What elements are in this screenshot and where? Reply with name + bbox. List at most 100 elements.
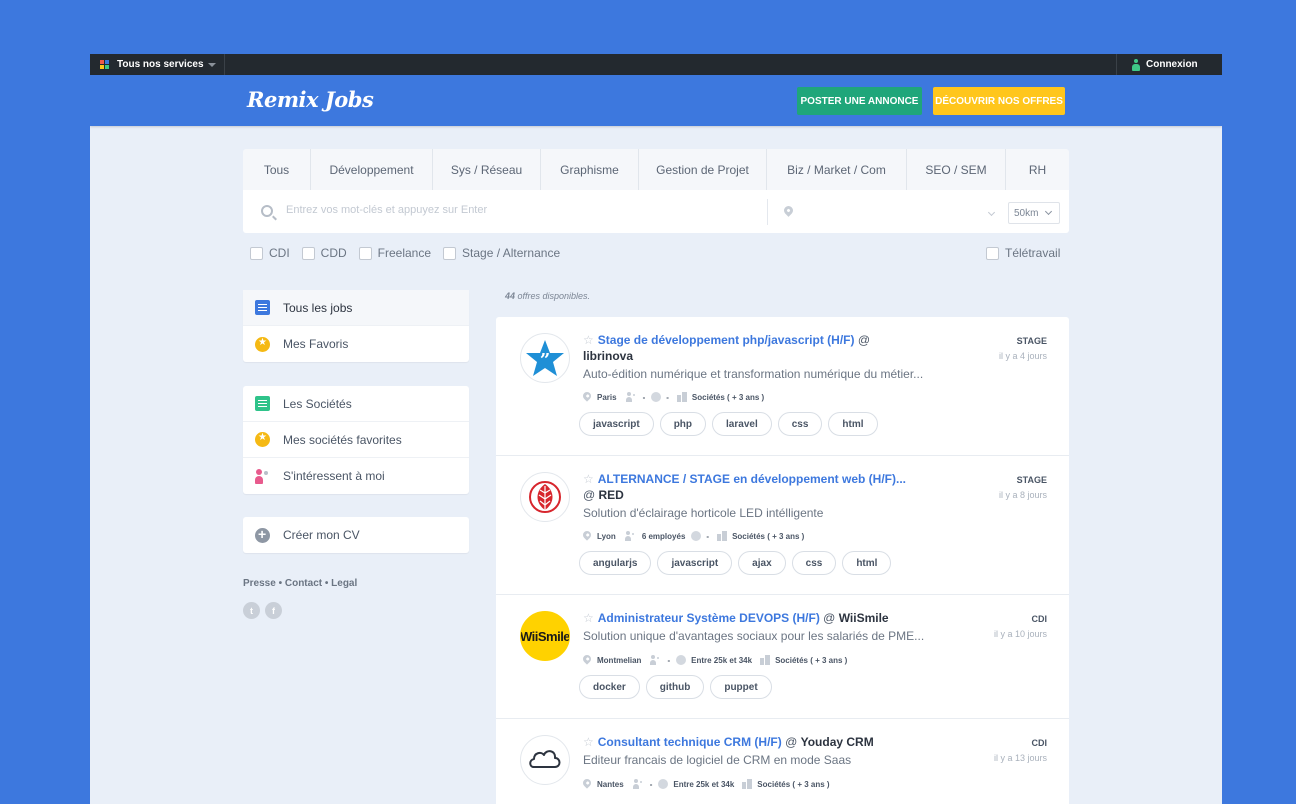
at-sign: @ <box>781 735 801 749</box>
filter-cdi[interactable]: CDI <box>250 246 290 260</box>
building-icon <box>676 392 687 402</box>
checkbox[interactable] <box>443 246 457 260</box>
facebook-icon[interactable]: f <box>265 602 282 619</box>
tag[interactable]: angularjs <box>579 551 652 575</box>
services-menu[interactable]: Tous nos services <box>90 54 225 75</box>
people-icon <box>255 468 270 484</box>
sidebar-item-companies[interactable]: Les Sociétés <box>243 386 469 422</box>
job-title[interactable]: ALTERNANCE / STAGE en développement web … <box>598 472 906 486</box>
list-icon <box>255 300 270 315</box>
sidebar-item-label: Mes Favoris <box>283 337 349 351</box>
posted-date: il y a 8 jours <box>998 490 1047 500</box>
job-title[interactable]: Administrateur Système DEVOPS (H/F) <box>598 611 820 625</box>
checkbox[interactable] <box>250 246 263 260</box>
job-description: Solution d'éclairage horticole LED intél… <box>583 506 824 520</box>
job-company-age: Sociétés ( + 3 ans ) <box>691 392 765 402</box>
company-logo-wiismile[interactable]: WiiSmile <box>520 611 570 661</box>
tag[interactable]: css <box>791 551 837 575</box>
tag[interactable]: ajax <box>738 551 786 575</box>
job-card[interactable]: WiiSmile ☆ Administrateur Système DEVOPS … <box>496 595 1069 719</box>
favorite-star-icon[interactable]: ☆ <box>583 735 594 749</box>
sidebar-item-interested[interactable]: S'intéressent à moi <box>243 458 469 494</box>
contract-type: STAGE <box>1016 475 1047 485</box>
job-card[interactable]: ” ☆ Stage de développement php/javascript… <box>496 317 1069 456</box>
sidebar-item-create-cv[interactable]: Créer mon CV <box>243 517 469 553</box>
job-city: Paris <box>597 392 617 402</box>
location-dropdown-chevron-icon[interactable] <box>987 208 996 217</box>
filter-cdd[interactable]: CDD <box>301 246 347 260</box>
login-button[interactable]: Connexion <box>1116 54 1222 75</box>
job-staff: - <box>649 779 653 789</box>
people-icon <box>632 779 645 789</box>
tag[interactable]: github <box>645 675 705 699</box>
company-logo-youday[interactable] <box>520 735 570 785</box>
company-name[interactable]: RED <box>599 488 624 502</box>
filter-stage-alternance[interactable]: Stage / Alternance <box>443 246 560 260</box>
job-card[interactable]: ☆ ALTERNANCE / STAGE en développement web… <box>496 456 1069 595</box>
job-title[interactable]: Stage de développement php/javascript (H… <box>598 333 855 347</box>
company-name[interactable]: Youday CRM <box>801 735 874 749</box>
tab-seo-sem[interactable]: SEO / SEM <box>907 149 1006 190</box>
tag[interactable]: laravel <box>712 412 772 436</box>
sidebar-item-all-jobs[interactable]: Tous les jobs <box>243 290 469 326</box>
job-company-age: Sociétés ( + 3 ans ) <box>757 779 830 789</box>
company-logo-red[interactable] <box>520 472 570 522</box>
tag[interactable]: html <box>828 412 878 436</box>
checkbox[interactable] <box>358 246 372 260</box>
radius-select[interactable]: 50km <box>1008 202 1060 224</box>
tab-developpement[interactable]: Développement <box>311 149 433 190</box>
location-pin-icon <box>782 204 795 217</box>
location-pin-icon <box>581 653 593 665</box>
tag[interactable]: javascript <box>657 551 733 575</box>
sidebar-cv-menu: Créer mon CV <box>243 517 469 553</box>
job-meta: Nantes - Entre 25k et 34k Sociétés ( + 3… <box>581 777 830 789</box>
tag[interactable]: javascript <box>579 412 654 436</box>
sidebar-companies-menu: Les Sociétés Mes sociétés favorites S'in… <box>243 386 469 494</box>
tag[interactable]: puppet <box>710 675 772 699</box>
top-bar: Tous nos services Connexion <box>90 54 1222 75</box>
tab-rh[interactable]: RH <box>1006 149 1069 190</box>
post-ad-button[interactable]: POSTER UNE ANNONCE <box>797 87 922 115</box>
filter-label: CDI <box>269 246 290 260</box>
category-tabs: Tous Développement Sys / Réseau Graphism… <box>243 149 1069 190</box>
job-city: Nantes <box>597 779 624 789</box>
chevron-down-icon <box>208 62 216 67</box>
company-name[interactable]: WiiSmile <box>839 611 889 625</box>
browser-window: Tous nos services Connexion Remix Jobs P… <box>90 54 1222 804</box>
services-label: Tous nos services <box>117 59 204 70</box>
salary-icon <box>691 531 702 541</box>
job-title-line: ☆ ALTERNANCE / STAGE en développement web… <box>583 471 943 503</box>
job-title[interactable]: Consultant technique CRM (H/F) <box>598 735 782 749</box>
job-title-line: ☆ Administrateur Système DEVOPS (H/F) @ W… <box>583 610 943 626</box>
footer-links[interactable]: Presse • Contact • Legal <box>243 578 357 589</box>
keyword-search-input[interactable]: Entrez vos mot-clés et appuyez sur Enter <box>286 204 756 216</box>
checkbox[interactable] <box>986 246 999 260</box>
discover-offers-button[interactable]: DÉCOUVRIR NOS OFFRES <box>933 87 1065 115</box>
tag[interactable]: css <box>777 412 823 436</box>
sidebar-item-favorite-companies[interactable]: Mes sociétés favorites <box>243 422 469 458</box>
tab-tous[interactable]: Tous <box>243 149 311 190</box>
tab-gestion-projet[interactable]: Gestion de Projet <box>639 149 767 190</box>
tag[interactable]: html <box>842 551 892 575</box>
filter-freelance[interactable]: Freelance <box>358 246 431 260</box>
job-tags: javascript php laravel css html <box>579 412 884 436</box>
filter-teletravail[interactable]: Télétravail <box>986 246 1060 260</box>
star-icon <box>255 336 270 352</box>
job-card[interactable]: ☆ Consultant technique CRM (H/F) @ Youday… <box>496 719 1069 804</box>
tab-graphisme[interactable]: Graphisme <box>541 149 639 190</box>
company-name[interactable]: librinova <box>583 349 633 363</box>
tag[interactable]: docker <box>579 675 640 699</box>
sidebar-item-favorites[interactable]: Mes Favoris <box>243 326 469 362</box>
site-logo[interactable]: Remix Jobs <box>247 87 374 112</box>
favorite-star-icon[interactable]: ☆ <box>583 472 594 486</box>
checkbox[interactable] <box>301 246 315 260</box>
job-staff: - <box>667 655 671 665</box>
favorite-star-icon[interactable]: ☆ <box>583 611 594 625</box>
tab-sys-reseau[interactable]: Sys / Réseau <box>433 149 541 190</box>
tab-biz-market-com[interactable]: Biz / Market / Com <box>767 149 907 190</box>
favorite-star-icon[interactable]: ☆ <box>583 333 594 347</box>
twitter-icon[interactable]: t <box>243 602 260 619</box>
company-logo-librinova[interactable]: ” <box>520 333 570 383</box>
at-sign: @ <box>819 611 839 625</box>
tag[interactable]: php <box>659 412 707 436</box>
